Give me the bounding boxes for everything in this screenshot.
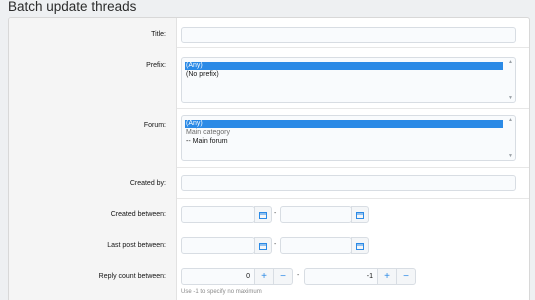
calendar-icon	[259, 211, 267, 219]
prefix-option-any[interactable]: (Any)	[185, 62, 503, 70]
scroll-down-icon[interactable]: ▼	[508, 95, 513, 101]
calendar-icon	[356, 211, 364, 219]
calendar-icon	[356, 242, 364, 250]
created-to-calendar-button[interactable]	[351, 206, 369, 223]
title-input[interactable]	[181, 27, 516, 43]
forum-option-main-forum[interactable]: -- Main forum	[185, 138, 503, 146]
reply-min-increment-button[interactable]: +	[254, 268, 274, 285]
created-from-calendar-button[interactable]	[254, 206, 272, 223]
created-to-input[interactable]	[280, 206, 352, 223]
last-post-between-label: Last post between:	[107, 242, 166, 249]
batch-update-form: Title: Prefix: (Any) (No prefix) ▲ ▼ For…	[8, 17, 530, 300]
label-column	[9, 18, 177, 300]
minus-icon: −	[403, 270, 409, 282]
divider	[177, 198, 529, 199]
title-label: Title:	[151, 31, 166, 38]
last-post-from-input[interactable]	[181, 237, 255, 254]
forum-option-any[interactable]: (Any)	[185, 120, 503, 128]
range-separator: -	[274, 241, 277, 248]
reply-max-increment-button[interactable]: +	[377, 268, 397, 285]
created-from-input[interactable]	[181, 206, 255, 223]
plus-icon: +	[384, 270, 390, 282]
plus-icon: +	[261, 270, 267, 282]
last-post-from-calendar-button[interactable]	[254, 237, 272, 254]
divider	[177, 108, 529, 109]
last-post-to-calendar-button[interactable]	[351, 237, 369, 254]
minus-icon: −	[280, 270, 286, 282]
range-separator: -	[274, 210, 277, 217]
forum-select[interactable]: (Any) Main category -- Main forum ▲ ▼	[181, 115, 516, 161]
created-by-input[interactable]	[181, 175, 516, 191]
prefix-label: Prefix:	[146, 62, 166, 69]
created-by-label: Created by:	[129, 180, 166, 187]
scroll-down-icon[interactable]: ▼	[508, 153, 513, 159]
calendar-icon	[259, 242, 267, 250]
reply-count-max-input[interactable]: -1	[304, 268, 378, 285]
forum-label: Forum:	[143, 122, 166, 129]
divider	[177, 167, 529, 168]
reply-count-hint: Use -1 to specify no maximum	[181, 289, 262, 295]
scroll-up-icon[interactable]: ▲	[508, 59, 513, 65]
reply-max-decrement-button[interactable]: −	[396, 268, 416, 285]
divider	[177, 47, 529, 48]
page-title: Batch update threads	[8, 0, 137, 14]
last-post-to-input[interactable]	[280, 237, 352, 254]
reply-min-decrement-button[interactable]: −	[273, 268, 293, 285]
range-separator: -	[297, 272, 300, 279]
reply-count-between-label: Reply count between:	[98, 273, 166, 280]
reply-count-min-input[interactable]: 0	[181, 268, 255, 285]
forum-option-category: Main category	[186, 129, 230, 136]
prefix-option-no-prefix[interactable]: (No prefix)	[185, 71, 503, 79]
scroll-up-icon[interactable]: ▲	[508, 117, 513, 123]
created-between-label: Created between:	[110, 211, 166, 218]
prefix-select[interactable]: (Any) (No prefix) ▲ ▼	[181, 57, 516, 103]
